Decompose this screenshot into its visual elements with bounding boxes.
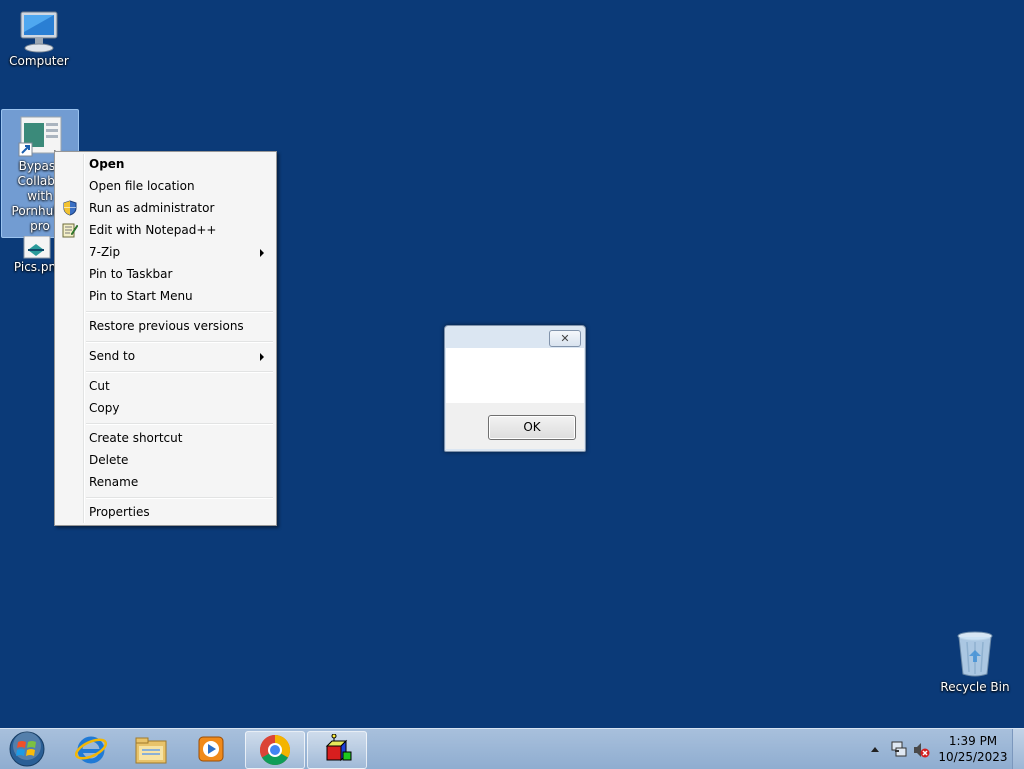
menu-item-label: Run as administrator <box>89 201 215 215</box>
menu-item-label: 7-Zip <box>89 245 121 259</box>
network-icon[interactable] <box>890 740 908 758</box>
menu-item-open[interactable]: Open <box>58 153 273 175</box>
taskbar: 1:39 PM 10/25/2023 <box>0 728 1024 769</box>
menu-item-pin-to-taskbar[interactable]: Pin to Taskbar <box>58 263 273 285</box>
menu-item-label: Delete <box>89 453 129 467</box>
menu-item-cut[interactable]: Cut <box>58 375 273 397</box>
menu-item-rename[interactable]: Rename <box>58 471 273 493</box>
menu-item-label: Copy <box>89 401 120 415</box>
desktop-icon-label: Recycle Bin <box>940 680 1010 694</box>
notepadpp-icon <box>62 223 78 238</box>
menu-item-label: Pin to Taskbar <box>89 267 173 281</box>
taskbar-media-player[interactable] <box>182 731 240 767</box>
menu-item-restore-previous-versions[interactable]: Restore previous versions <box>58 315 273 337</box>
menu-separator <box>86 311 273 313</box>
menu-item-label: Rename <box>89 475 139 489</box>
shield-icon <box>63 200 77 216</box>
menu-item-label: Properties <box>89 505 150 519</box>
menu-item-label: Open file location <box>89 179 195 193</box>
recycle-bin-icon <box>957 631 993 677</box>
chrome-icon <box>259 735 291 766</box>
internet-explorer-icon <box>74 736 108 764</box>
system-clock[interactable]: 1:39 PM 10/25/2023 <box>938 733 1008 765</box>
desktop-icon-computer[interactable]: Computer <box>1 8 77 78</box>
clock-time: 1:39 PM <box>948 734 998 748</box>
volume-muted-icon[interactable] <box>912 741 930 759</box>
media-player-icon <box>198 736 224 762</box>
start-button[interactable] <box>2 731 52 767</box>
start-orb-icon <box>9 731 45 767</box>
menu-item-pin-to-start-menu[interactable]: Pin to Start Menu <box>58 285 273 307</box>
menu-item-edit-with-notepadpp[interactable]: Edit with Notepad++ <box>58 219 273 241</box>
menu-separator <box>86 341 273 343</box>
dialog-ok-button[interactable]: OK <box>488 415 576 440</box>
submenu-arrow-icon <box>260 249 264 257</box>
computer-icon <box>20 11 58 53</box>
windows-explorer-icon <box>135 737 167 764</box>
menu-item-run-as-administrator[interactable]: Run as administrator <box>58 197 273 219</box>
menu-item-label: Edit with Notepad++ <box>89 223 217 237</box>
taskbar-3d-blocks-app[interactable] <box>307 731 367 769</box>
taskbar-internet-explorer[interactable] <box>62 731 120 767</box>
context-menu: Open Open file location Run as administr… <box>54 151 277 526</box>
menu-item-7zip[interactable]: 7-Zip <box>58 241 273 263</box>
show-desktop-button[interactable] <box>1012 729 1024 769</box>
menu-item-properties[interactable]: Properties <box>58 501 273 523</box>
menu-item-label: Cut <box>89 379 110 393</box>
dialog-close-button[interactable]: ✕ <box>549 330 581 347</box>
menu-item-label: Create shortcut <box>89 431 183 445</box>
desktop-icon-label: Computer <box>9 54 69 68</box>
menu-item-open-file-location[interactable]: Open file location <box>58 175 273 197</box>
menu-separator <box>86 497 273 499</box>
submenu-arrow-icon <box>260 353 264 361</box>
menu-item-copy[interactable]: Copy <box>58 397 273 419</box>
desktop-icon-recycle-bin[interactable]: Recycle Bin <box>937 630 1013 700</box>
menu-separator <box>86 423 273 425</box>
menu-item-label: Restore previous versions <box>89 319 244 333</box>
menu-item-label: Pin to Start Menu <box>89 289 193 303</box>
3d-blocks-app-icon <box>325 734 352 762</box>
taskbar-windows-explorer[interactable] <box>122 731 180 767</box>
menu-item-label: Send to <box>89 349 136 363</box>
message-dialog: ✕ OK <box>444 325 586 452</box>
menu-item-send-to[interactable]: Send to <box>58 345 273 367</box>
menu-item-label: Open <box>89 157 125 171</box>
menu-separator <box>86 371 273 373</box>
dialog-body <box>446 348 584 403</box>
show-hidden-icons-arrow-icon[interactable] <box>870 745 880 753</box>
image-file-icon <box>23 236 51 259</box>
clock-date: 10/25/2023 <box>938 750 1008 764</box>
menu-item-create-shortcut[interactable]: Create shortcut <box>58 427 273 449</box>
taskbar-chrome[interactable] <box>245 731 305 769</box>
menu-item-delete[interactable]: Delete <box>58 449 273 471</box>
